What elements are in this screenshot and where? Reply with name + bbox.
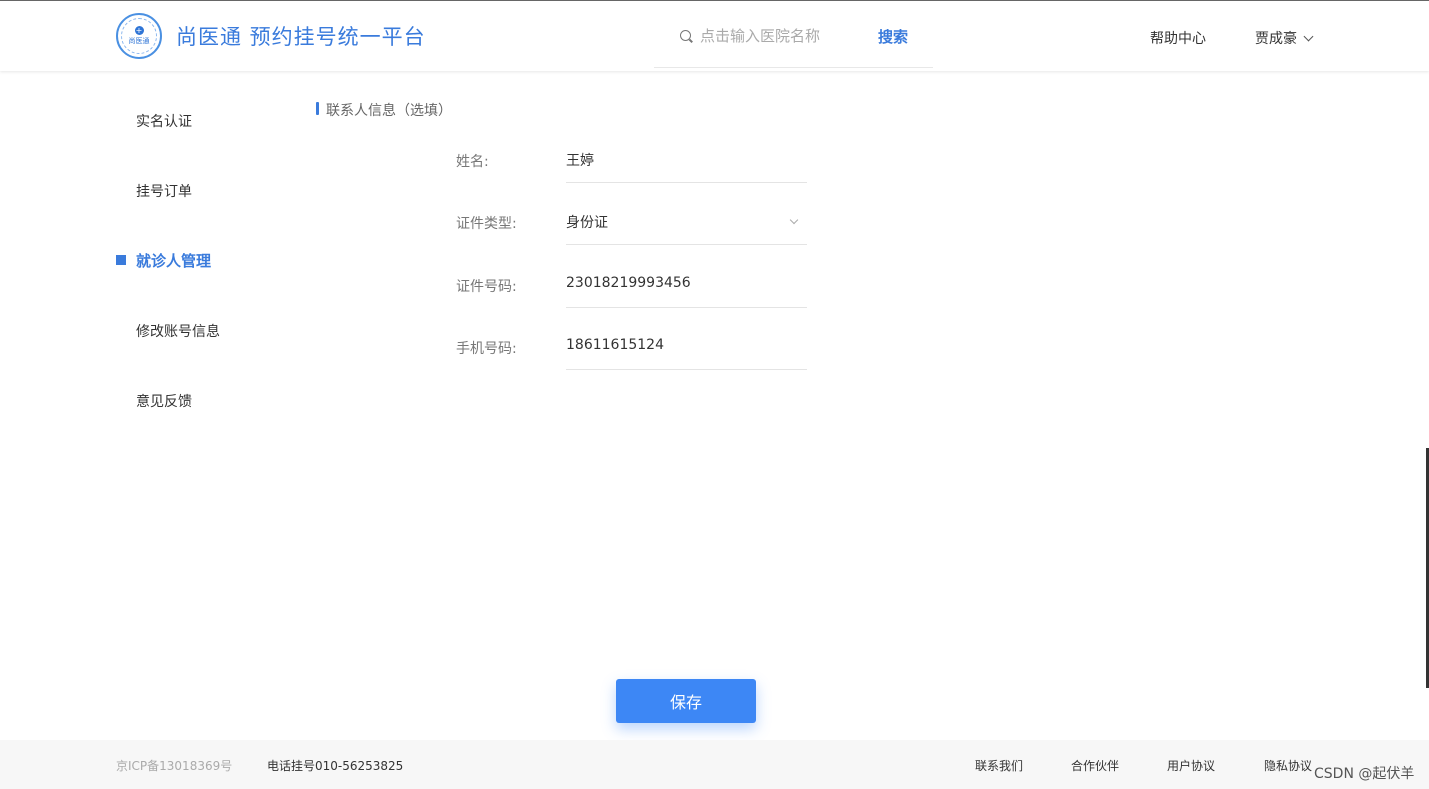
id-type-value: 身份证	[566, 215, 608, 231]
search-button[interactable]: 搜索	[878, 26, 908, 47]
sidebar-item-patient-management[interactable]: 就诊人管理	[136, 250, 211, 271]
logo-text: 尚医通	[128, 37, 150, 45]
id-number-field[interactable]: 23018219993456	[566, 275, 807, 308]
chevron-down-icon	[1303, 31, 1314, 41]
section-accent-bar	[316, 102, 319, 115]
save-button[interactable]: 保存	[616, 679, 756, 723]
logo-emblem: + 尚医通	[121, 18, 157, 54]
footer-link-contact[interactable]: 联系我们	[975, 757, 1023, 774]
footer: 京ICP备13018369号 电话挂号010-56253825 联系我们 合作伙…	[0, 740, 1429, 789]
phone-hotline: 电话挂号010-56253825	[267, 759, 404, 773]
phone-field[interactable]: 18611615124	[566, 337, 807, 370]
id-type-select[interactable]: 身份证	[566, 212, 807, 245]
top-navbar: + 尚医通 尚医通 预约挂号统一平台 搜索 帮助中心 贾成豪	[0, 0, 1429, 71]
name-label: 姓名:	[456, 154, 489, 170]
medical-cross-icon: +	[134, 26, 144, 35]
logo-icon[interactable]: + 尚医通	[116, 13, 162, 59]
search-box: 搜索	[654, 13, 933, 68]
sidebar-item-orders[interactable]: 挂号订单	[136, 181, 192, 201]
help-center-link[interactable]: 帮助中心	[1150, 28, 1206, 48]
active-indicator	[116, 255, 126, 265]
sidebar-item-real-name-auth[interactable]: 实名认证	[136, 111, 192, 131]
id-type-label: 证件类型:	[456, 216, 517, 232]
user-menu[interactable]: 贾成豪	[1255, 28, 1314, 48]
footer-link-privacy[interactable]: 隐私协议	[1264, 757, 1312, 774]
chevron-down-icon	[789, 215, 799, 225]
search-input[interactable]	[700, 25, 840, 47]
name-field[interactable]: 王婷	[566, 150, 807, 183]
phone-label: 手机号码:	[456, 341, 517, 357]
user-name: 贾成豪	[1255, 31, 1297, 47]
sidebar-item-account-info[interactable]: 修改账号信息	[136, 321, 220, 341]
footer-link-partners[interactable]: 合作伙伴	[1071, 757, 1119, 774]
watermark: CSDN @起伏羊	[1314, 766, 1415, 782]
icp-text[interactable]: 京ICP备13018369号	[116, 757, 232, 774]
footer-link-user-agreement[interactable]: 用户协议	[1167, 757, 1215, 774]
site-title[interactable]: 尚医通 预约挂号统一平台	[176, 21, 426, 51]
sidebar-item-feedback[interactable]: 意见反馈	[136, 391, 192, 411]
search-icon	[680, 30, 691, 41]
section-title: 联系人信息（选填）	[326, 103, 452, 119]
id-number-label: 证件号码:	[456, 279, 517, 295]
